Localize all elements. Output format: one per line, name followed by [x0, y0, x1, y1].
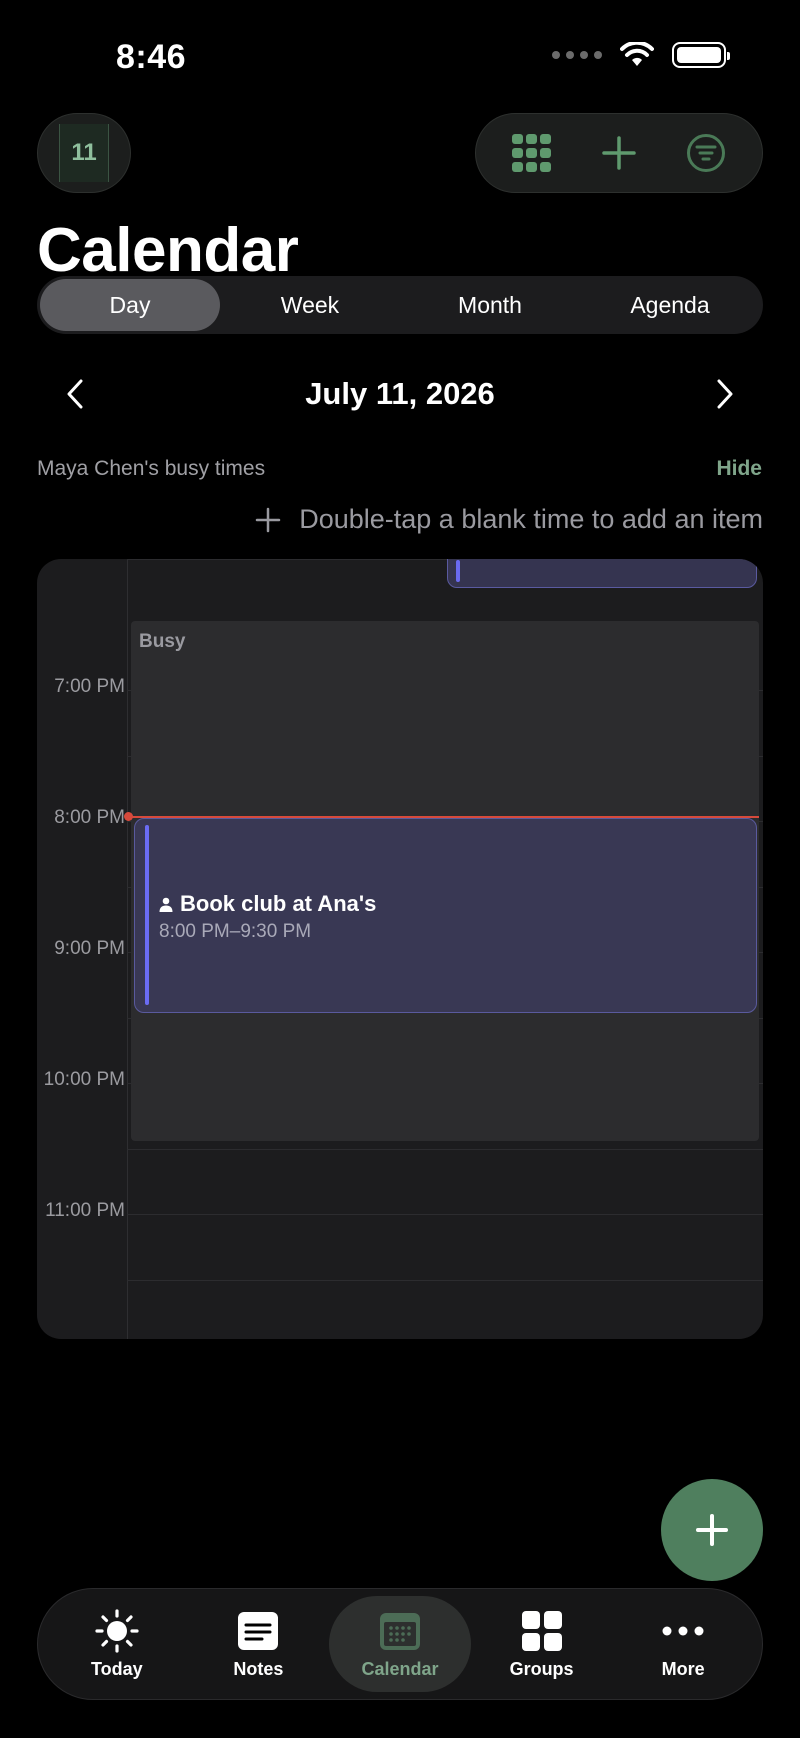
tab-day[interactable]: Day [40, 279, 220, 331]
tab-notes[interactable]: Notes [188, 1596, 330, 1692]
event-title-row: Book club at Ana's [159, 891, 376, 917]
battery-icon [672, 42, 730, 68]
top-actions [475, 113, 763, 193]
previous-day-button[interactable] [55, 372, 95, 416]
status-time: 8:46 [116, 38, 187, 76]
hour-line [127, 1214, 763, 1215]
hour-label: 10:00 PM [43, 1069, 125, 1090]
event-color-bar [145, 825, 149, 1005]
plus-icon [602, 136, 636, 170]
status-icons [552, 42, 730, 68]
view-switcher: Day Week Month Agenda [37, 276, 763, 334]
plus-icon [255, 507, 281, 532]
person-icon [159, 897, 173, 912]
plus-icon [696, 1514, 728, 1546]
tab-more[interactable]: More [612, 1596, 754, 1692]
add-button[interactable] [589, 123, 649, 183]
cellular-icon [552, 51, 602, 59]
current-time-dot [124, 812, 133, 821]
tab-calendar[interactable]: Calendar [329, 1596, 471, 1692]
add-item-hint: Double-tap a blank time to add an item [255, 504, 763, 535]
hour-label: 7:00 PM [54, 676, 125, 697]
chevron-left-icon [67, 379, 83, 409]
tab-label: More [661, 1658, 705, 1679]
grid-view-button[interactable] [502, 123, 562, 183]
chevron-right-icon [717, 379, 733, 409]
page-title: Calendar [37, 216, 299, 285]
grid-icon [511, 134, 551, 172]
today-date-button[interactable]: 11 [37, 113, 131, 193]
current-time-indicator [127, 816, 759, 818]
filter-icon [687, 134, 726, 172]
filter-button[interactable] [676, 123, 736, 183]
tab-bar: Today Notes Calendar Groups More [37, 1588, 763, 1700]
busy-label: Busy [139, 631, 186, 652]
tab-label: Notes [233, 1658, 284, 1679]
day-timeline[interactable]: Busy 7:00 PM 8:00 PM 9:00 PM 10:00 PM 11… [37, 559, 763, 1339]
half-hour-line [127, 1280, 763, 1281]
half-hour-line [127, 1149, 763, 1150]
event-time: 8:00 PM–9:30 PM [159, 921, 312, 942]
calendar-icon [379, 1612, 420, 1650]
tab-label: Groups [509, 1658, 574, 1679]
hint-text: Double-tap a blank time to add an item [299, 504, 763, 534]
date-chip-label: 11 [59, 124, 109, 182]
event-block-partial[interactable] [447, 559, 757, 588]
tab-label: Today [90, 1658, 143, 1679]
hide-busy-times-button[interactable]: Hide [716, 457, 762, 481]
tab-label: Calendar [361, 1658, 439, 1679]
hour-label: 8:00 PM [54, 807, 125, 828]
hour-label: 9:00 PM [54, 938, 125, 959]
notes-icon [238, 1611, 279, 1650]
tab-groups[interactable]: Groups [471, 1596, 613, 1692]
tab-week[interactable]: Week [220, 279, 400, 331]
current-date: July 11, 2026 [305, 376, 495, 411]
tab-today[interactable]: Today [46, 1596, 188, 1692]
more-icon [662, 1626, 704, 1635]
event-title: Book club at Ana's [180, 891, 377, 916]
busy-times-label: Maya Chen's busy times [37, 457, 266, 480]
next-day-button[interactable] [705, 372, 745, 416]
event-block[interactable]: Book club at Ana's 8:00 PM–9:30 PM [134, 818, 757, 1013]
time-gutter-divider [127, 559, 128, 1339]
hour-label: 11:00 PM [45, 1200, 125, 1221]
sun-icon [95, 1608, 139, 1653]
groups-icon [521, 1610, 562, 1651]
tab-agenda[interactable]: Agenda [580, 279, 760, 331]
wifi-icon [620, 42, 654, 66]
tab-month[interactable]: Month [400, 279, 580, 331]
add-item-fab[interactable] [661, 1479, 763, 1581]
